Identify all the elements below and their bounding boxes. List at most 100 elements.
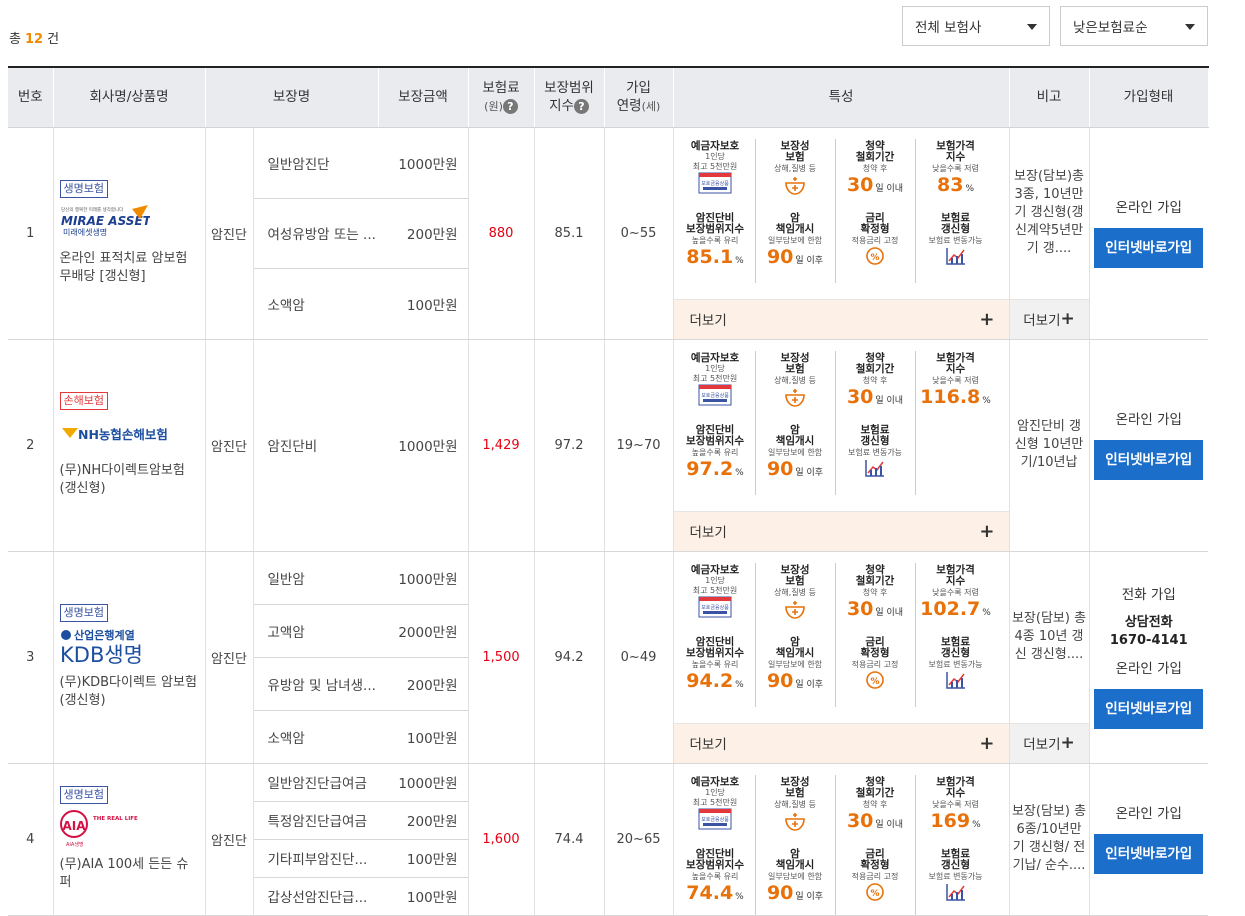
feature-title: 예금자보호 (690, 775, 740, 788)
feature-sub: 높을수록 유리 (691, 871, 739, 881)
feature-price-index: 보험가격 지수 낮을수록 저렴 116.8% (916, 351, 996, 423)
medicine-bowl-icon (783, 174, 807, 200)
feature-rate: 금리 확정형 적용금리 고정% (836, 846, 916, 915)
renewal-chart-icon (945, 882, 967, 906)
feature-title: 확정형 (860, 647, 890, 659)
svg-text:NH농협손해보험: NH농협손해보험 (78, 427, 168, 442)
unit: % (735, 891, 744, 902)
internet-join-button[interactable]: 인터넷바로가입 (1094, 688, 1204, 729)
more-label: 더보기 (689, 525, 727, 541)
feature-title: 보장범위지수 (686, 223, 744, 235)
feature-deposit: 예금자보호 1인당 최고 5천만원 보호금융상품 (676, 138, 756, 211)
header-join: 가입형태 (1089, 67, 1209, 128)
feature-sub: 최고 5천만원 (692, 586, 738, 595)
feature-title: 예금자보호 (690, 563, 740, 576)
header-features: 특성 (673, 67, 1010, 128)
feature-protect: 보장성 보험 상해,질병 등 (756, 562, 836, 635)
company-cell: 생명보험 당신의 행복한 미래를 생각합니다 MIRAE ASSET 미래에셋생명 온라… (53, 127, 206, 340)
header-company: 회사명/상품명 (53, 67, 206, 128)
feature-sub: 낮을수록 저렴 (932, 799, 979, 809)
svg-text:보호금융상품: 보호금융상품 (701, 816, 729, 823)
scope-index-cell: 74.4 (534, 763, 605, 916)
svg-text:THE REAL LIFE COMPANY: THE REAL LIFE COMPANY (93, 816, 140, 822)
feature-title: 보험 (785, 151, 805, 163)
withdraw-days: 30 (846, 597, 874, 620)
svg-text:AIA: AIA (62, 819, 86, 833)
coverage-amount: 100만원 (378, 268, 469, 340)
feature-sub: 최고 5천만원 (692, 374, 738, 383)
svg-text:미래에셋생명: 미래에셋생명 (63, 227, 107, 237)
note-more-button[interactable]: 더보기 + (1009, 298, 1089, 339)
coverage-amount: 200만원 (378, 657, 469, 711)
scope-index: 85.1 (686, 245, 734, 268)
features-more-button[interactable]: 더보기 + (673, 722, 1009, 763)
feature-withdraw: 청약 철회기간 청약 후 30 일 이내 (836, 138, 916, 211)
coverage-amount: 200만원 (378, 801, 469, 840)
note-more-button[interactable]: 더보기 + (1009, 722, 1089, 763)
company-logo: NH농협손해보험 (60, 414, 199, 454)
svg-text:%: % (871, 253, 880, 263)
feature-renew: 보험료 갱신형 보험료 변동가능 (836, 422, 916, 495)
internet-join-button[interactable]: 인터넷바로가입 (1094, 439, 1204, 480)
features-inner: 예금자보호 1인당 최고 5천만원 보호금융상품 보장성 보험 상해,질병 등 청약 철회기간 청… (673, 552, 1009, 763)
unit: 일 이후 (795, 679, 824, 690)
insurance-type-badge: 손해보험 (59, 392, 108, 410)
row-number: 2 (8, 339, 54, 552)
unit: % (735, 679, 744, 690)
feature-sub: 높을수록 유리 (691, 659, 739, 669)
feature-value: 74.4% (676, 882, 755, 908)
header-age: 가입 연령(세) (604, 67, 674, 128)
unit: 일 이내 (875, 819, 904, 830)
features-more-button[interactable]: 더보기 + (673, 298, 1009, 339)
feature-protect: 보장성 보험 상해,질병 등 (756, 774, 836, 847)
price-index: 116.8 (920, 385, 981, 408)
feature-title: 보험 (785, 575, 805, 587)
company-cell: 손해보험 NH농협손해보험 (무)NH다이렉트암보험(갱신형) (53, 339, 206, 552)
internet-join-button[interactable]: 인터넷바로가입 (1094, 833, 1204, 874)
svg-text:MIRAE ASSET: MIRAE ASSET (61, 214, 150, 228)
feature-value: 30 일 이내 (836, 386, 915, 412)
table-row: 3 생명보험 산업은행계열 KDB생명 (무)KDB다이렉트 암보험(갱신형) 암진단 일반… (8, 551, 1209, 764)
feature-value: 90 일 이후 (756, 246, 835, 272)
join-cell: 전화 가입 상담전화 1670-4141 온라인 가입 인터넷바로가입 (1089, 551, 1209, 764)
company-cell: 생명보험 산업은행계열 KDB생명 (무)KDB다이렉트 암보험(갱신형) (53, 551, 206, 764)
internet-join-button[interactable]: 인터넷바로가입 (1094, 227, 1204, 268)
coverage-amount: 1000만원 (378, 127, 469, 199)
coverage-name: 암진단비 (253, 339, 379, 552)
feature-value: 94.2% (676, 670, 755, 696)
withdraw-days: 30 (846, 173, 874, 196)
price-index: 83 (937, 173, 964, 196)
renewal-chart-icon (945, 246, 967, 270)
coverage-amount: 1000만원 (378, 339, 469, 552)
coverage-name: 소액암 (253, 710, 379, 764)
renewal-chart-icon (945, 670, 967, 694)
help-icon[interactable]: ? (573, 98, 589, 114)
unit: 일 이내 (875, 183, 904, 194)
header-premium-label: 보험료 (482, 80, 520, 97)
note-cell: 보장(담보)총3종, 10년만기 갱신형(갱신계약5년만기 갱.... 더보기 + (1009, 127, 1090, 340)
medicine-bowl-icon (783, 810, 807, 836)
coverage-category: 암진단 (205, 551, 254, 764)
unit: % (735, 467, 744, 478)
coverage-amount: 100만원 (378, 877, 469, 916)
features-inner: 예금자보호 1인당 최고 5천만원 보호금융상품 보장성 보험 상해,질병 등 청약 철회기간 청… (674, 764, 1009, 915)
fixed-rate-icon: % (865, 882, 885, 906)
features-more-button[interactable]: 더보기 + (673, 510, 1009, 551)
insurer-select[interactable]: 전체 보험사 (902, 6, 1050, 46)
table-row: 2 손해보험 NH농협손해보험 (무)NH다이렉트암보험(갱신형) 암진단 암진단비 100… (8, 339, 1209, 552)
coverage-name: 고액암 (253, 604, 379, 658)
sort-select[interactable]: 낮은보험료순 (1060, 6, 1208, 46)
coverage-amount: 200만원 (378, 198, 469, 269)
note-text: 보장(담보)총3종, 10년만기 갱신형(갱신계약5년만기 갱.... (1014, 169, 1084, 256)
feature-grid: 예금자보호 1인당 최고 5천만원 보호금융상품 보장성 보험 상해,질병 등 청약 철회기간 청… (674, 552, 1009, 707)
coverage-name: 소액암 (253, 268, 379, 340)
feature-title: 확정형 (860, 859, 890, 871)
feature-price-index: 보험가격 지수 낮을수록 저렴 169% (916, 775, 996, 847)
feature-title: 책임개시 (775, 435, 815, 447)
phone-title: 상담전화 (1124, 614, 1173, 630)
feature-sub: 보험료 변동가능 (847, 447, 903, 457)
join-cell: 온라인 가입 인터넷바로가입 (1089, 763, 1209, 916)
help-icon[interactable]: ? (502, 98, 518, 114)
svg-text:당신의 행복한 미래를 생각합니다: 당신의 행복한 미래를 생각합니다 (61, 206, 124, 213)
chevron-down-icon (1027, 24, 1037, 30)
